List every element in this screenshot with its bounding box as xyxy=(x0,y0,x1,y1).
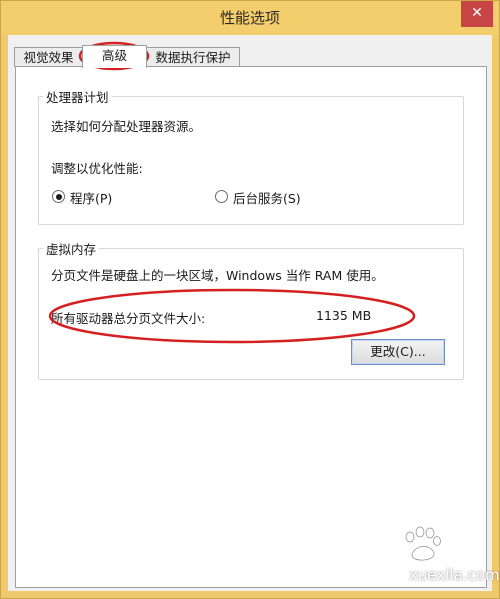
virtual-memory-title: 虚拟内存 xyxy=(43,239,100,258)
watermark-text: xuexila.com xyxy=(409,566,500,584)
total-paging-file-value: 1135 MB xyxy=(316,308,372,323)
baidu-paw-icon xyxy=(405,526,441,561)
change-button-label: 更改(C)... xyxy=(370,344,426,359)
background-services-radio[interactable] xyxy=(215,190,228,203)
change-button[interactable]: 更改(C)... xyxy=(351,339,445,365)
programs-radio-label[interactable]: 程序(P) xyxy=(70,188,112,207)
tab-data-execution-prevention[interactable]: 数据执行保护 xyxy=(146,47,240,67)
programs-radio[interactable] xyxy=(52,190,65,203)
optimize-performance-label: 调整以优化性能: xyxy=(51,161,143,176)
background-services-radio-label[interactable]: 后台服务(S) xyxy=(233,188,301,207)
virtual-memory-description: 分页文件是硬盘上的一块区域，Windows 当作 RAM 使用。 xyxy=(51,268,384,283)
processor-scheduling-title: 处理器计划 xyxy=(43,87,112,106)
window-title: 性能选项 xyxy=(219,9,280,27)
close-icon: ✕ xyxy=(471,5,483,21)
title-bar[interactable]: 性能选项 ✕ xyxy=(1,1,499,35)
tab-label: 数据执行保护 xyxy=(155,50,231,65)
tab-visual-effects[interactable]: 视觉效果 xyxy=(14,47,83,67)
close-button[interactable]: ✕ xyxy=(461,1,493,27)
processor-scheduling-description: 选择如何分配处理器资源。 xyxy=(51,119,202,134)
total-paging-file-label: 所有驱动器总分页文件大小: xyxy=(51,311,206,326)
tab-label: 高级 xyxy=(101,48,127,63)
tab-label: 视觉效果 xyxy=(23,50,74,65)
tab-advanced[interactable]: 高级 xyxy=(82,45,147,68)
